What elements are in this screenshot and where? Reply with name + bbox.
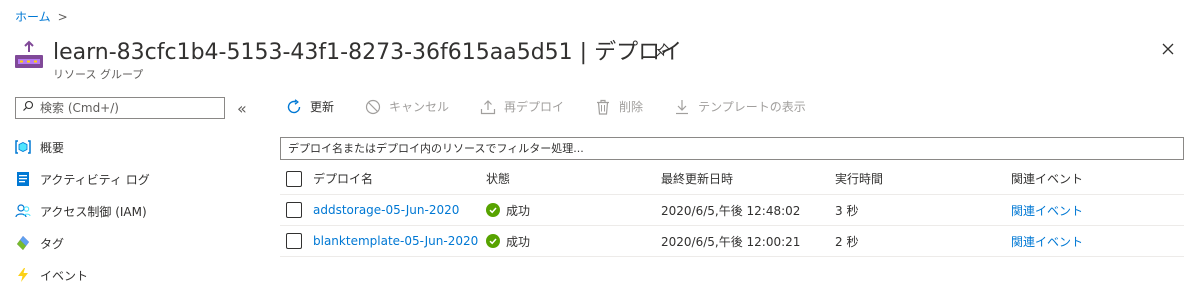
deployment-state: 成功 [486,195,530,225]
table-row: addstorage-05-Jun-2020 成功 2020/6/5,午後 12… [280,195,1184,226]
upload-icon [480,99,496,114]
breadcrumb-home-link[interactable]: ホーム [15,8,51,25]
duration-value: 2 秒 [835,234,859,249]
redeploy-label: 再デプロイ [504,100,565,114]
refresh-icon [287,98,301,113]
column-header-state[interactable]: 状態 [486,163,510,194]
sidebar-item-tags[interactable]: タグ [15,227,150,259]
page-title: learn-83cfc1b4-5153-43f1-8273-36f615aa5d… [53,40,683,65]
row-select-cell [286,195,302,225]
table-row: blanktemplate-05-Jun-2020 成功 2020/6/5,午後… [280,226,1184,257]
lightning-icon [15,267,31,283]
sidebar-item-label: タグ [40,236,65,251]
state-label: 成功 [506,234,531,249]
trash-icon [597,99,610,115]
sidebar-item-overview[interactable]: 概要 [15,131,150,163]
cancel-icon [365,99,381,114]
row-checkbox[interactable] [286,233,302,249]
cancel-button[interactable]: キャンセル [365,98,449,115]
cancel-label: キャンセル [389,100,450,114]
sidebar-item-iam[interactable]: アクセス制御 (IAM) [15,195,150,227]
related-events-link[interactable]: 関連イベント [1011,226,1083,256]
page-subtitle: リソース グループ [53,68,144,81]
refresh-label: 更新 [310,100,335,114]
success-icon [486,203,500,217]
delete-label: 削除 [619,100,644,114]
filter-box[interactable] [280,137,1184,160]
redeploy-button[interactable]: 再デプロイ [480,98,564,115]
column-header-duration[interactable]: 実行時間 [835,163,883,194]
pin-icon[interactable] [655,42,671,58]
search-icon [22,100,34,116]
select-all-checkbox[interactable] [286,170,302,187]
search-box[interactable] [15,97,225,119]
duration-value: 3 秒 [835,203,859,218]
deployment-state: 成功 [486,226,530,256]
breadcrumb: ホーム > [15,8,68,25]
overview-icon [15,139,31,155]
column-header-events[interactable]: 関連イベント [1011,163,1083,194]
delete-button[interactable]: 削除 [595,98,643,115]
tag-icon [15,235,31,251]
deployment-name-link[interactable]: blanktemplate-05-Jun-2020 [313,226,478,256]
sidebar-item-label: 概要 [40,140,65,155]
refresh-button[interactable]: 更新 [286,98,334,115]
view-template-button[interactable]: テンプレートの表示 [674,98,806,115]
row-checkbox[interactable] [286,202,302,218]
view-template-label: テンプレートの表示 [698,100,806,114]
success-icon [486,234,500,248]
activity-log-icon [15,171,31,187]
deployment-name-link[interactable]: addstorage-05-Jun-2020 [313,195,459,225]
search-input[interactable] [40,101,210,115]
deployments-table: デプロイ名 状態 最終更新日時 実行時間 関連イベント addstorage-0… [280,163,1184,257]
filter-input[interactable] [288,142,1168,155]
resource-group-icon [14,40,44,72]
close-icon[interactable] [1161,42,1175,56]
sidebar-item-label: アクティビティ ログ [40,172,150,187]
breadcrumb-separator: > [57,9,68,24]
sidebar-item-activity-log[interactable]: アクティビティ ログ [15,163,150,195]
sidebar-nav: 概要 アクティビティ ログ アクセス制御 (IAM) タグ イベント [15,131,150,284]
last-modified-value: 2020/6/5,午後 12:00:21 [661,234,801,249]
table-header-row: デプロイ名 状態 最終更新日時 実行時間 関連イベント [280,163,1184,195]
column-header-name[interactable]: デプロイ名 [313,163,373,194]
related-events-link[interactable]: 関連イベント [1011,195,1083,225]
select-all-cell [286,163,302,194]
sidebar-item-label: アクセス制御 (IAM) [40,204,147,219]
collapse-sidebar-button[interactable]: « [237,99,247,118]
column-header-last-modified[interactable]: 最終更新日時 [661,163,733,194]
download-icon [676,99,689,114]
iam-icon [15,203,31,219]
state-label: 成功 [506,203,531,218]
sidebar-item-events[interactable]: イベント [15,259,150,284]
sidebar-item-label: イベント [40,268,89,283]
last-modified-value: 2020/6/5,午後 12:48:02 [661,203,801,218]
row-select-cell [286,226,302,256]
command-bar: 更新 キャンセル 再デプロイ 削除 テンプレートの表示 [286,98,837,115]
